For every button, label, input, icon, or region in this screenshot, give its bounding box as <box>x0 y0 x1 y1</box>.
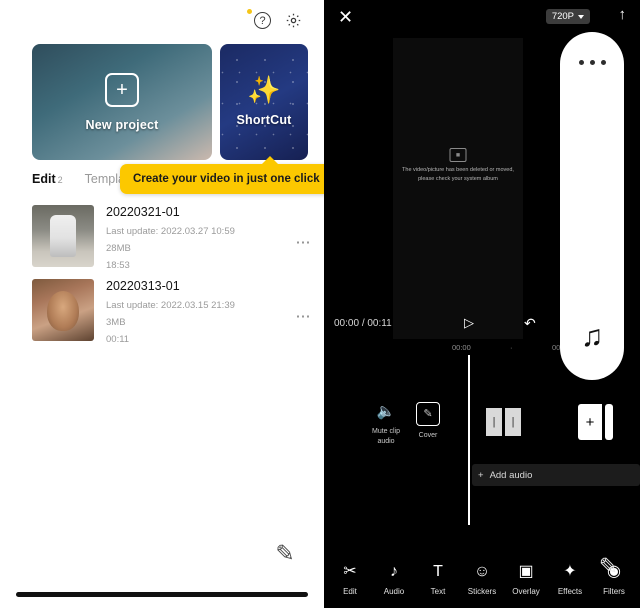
clip-track-end <box>605 404 613 440</box>
project-duration: 00:11 <box>106 334 130 345</box>
play-button[interactable]: ▷ <box>464 315 474 331</box>
nav-overlay[interactable]: ▣ Overlay <box>504 563 548 597</box>
magic-wand-icon: ✨ <box>247 75 281 105</box>
nav-stickers[interactable]: ☺ Stickers <box>460 563 504 597</box>
project-title: 20220321-01 <box>106 205 180 219</box>
list-item[interactable]: 20220313-01 Last update: 2022.03.15 21:3… <box>32 279 318 353</box>
nav-audio-label: Audio <box>383 587 405 596</box>
pill-dots-icon <box>560 60 624 65</box>
nav-edit[interactable]: ✂ Edit <box>328 563 372 597</box>
projects-panel: ? + New project ✨ ShortCut Edit 2 Templa… <box>0 0 324 608</box>
project-duration: 18:53 <box>106 260 130 271</box>
clip-track[interactable]: | | <box>486 408 521 436</box>
resolution-selector[interactable]: 720P <box>545 9 590 24</box>
tab-edit-label: Edit <box>32 172 56 186</box>
gear-icon[interactable] <box>285 12 302 29</box>
video-frame: ■ The video/picture has been deleted or … <box>393 38 523 339</box>
nav-edit-label: Edit <box>343 587 357 596</box>
cover-label: Cover <box>418 432 438 439</box>
plus-icon: + <box>105 72 139 107</box>
top-icon-bar: ? <box>254 12 302 29</box>
list-item[interactable]: 20220321-01 Last update: 2022.03.27 10:5… <box>32 205 318 279</box>
music-note-icon: ♪ <box>390 563 398 580</box>
sparkle-icon: ✦ <box>563 563 577 580</box>
current-time: 00:00 <box>334 317 360 329</box>
music-note-icon: ♫ <box>580 320 604 353</box>
time-separator: / <box>361 317 365 329</box>
chevron-down-icon <box>578 14 584 19</box>
new-project-card[interactable]: + New project <box>32 44 212 160</box>
project-size: 28MB <box>106 243 131 254</box>
scissors-icon: ✂ <box>343 563 357 580</box>
total-time: 00:11 <box>367 317 392 329</box>
resolution-label: 720P <box>551 11 574 22</box>
smiley-icon: ☺ <box>473 563 491 580</box>
add-audio-label: Add audio <box>489 470 533 481</box>
project-thumbnail <box>32 279 94 341</box>
home-indicator <box>16 592 308 597</box>
ruler-tick: 00:00 <box>452 343 471 352</box>
nav-audio[interactable]: ♪ Audio <box>372 563 416 597</box>
clip-segment[interactable]: | <box>505 408 521 436</box>
shortcut-label: ShortCut <box>236 113 292 127</box>
mute-icon: 🔈 <box>376 403 396 420</box>
nav-overlay-label: Overlay <box>512 587 540 596</box>
project-more-icon[interactable]: ⋯ <box>296 233 313 251</box>
cover-pencil-icon: ✎ <box>416 402 440 426</box>
editor-bottom-nav: ✂ Edit ♪ Audio T Text ☺ Stickers ▣ Overl… <box>324 563 640 597</box>
project-size: 3MB <box>106 317 126 328</box>
ruler-tick: · <box>510 343 513 352</box>
project-updated: Last update: 2022.03.15 21:39 <box>106 300 235 311</box>
tab-edit-count: 2 <box>57 175 63 185</box>
clip-segment[interactable]: | <box>486 408 502 436</box>
floating-audio-pill[interactable]: ♫ <box>560 32 624 380</box>
nav-text-label: Text <box>430 587 446 596</box>
time-display: 00:00 / 00:11 <box>334 318 392 329</box>
project-info: 20220313-01 Last update: 2022.03.15 21:3… <box>106 279 318 345</box>
mute-clip-audio-label: Mute clip audio <box>372 428 401 445</box>
plus-icon: + <box>478 470 484 481</box>
new-project-label: New project <box>85 117 159 132</box>
video-error-message: The video/picture has been deleted or mo… <box>402 167 514 182</box>
help-icon[interactable]: ? <box>254 12 271 29</box>
onboarding-tooltip[interactable]: Create your video in just one click <box>120 156 324 194</box>
close-icon[interactable]: ✕ <box>338 8 353 26</box>
undo-button[interactable]: ↶ <box>524 315 536 332</box>
nav-filters-label: Filters <box>603 587 625 596</box>
action-cards: + New project ✨ ShortCut <box>32 44 308 160</box>
project-list: 20220321-01 Last update: 2022.03.27 10:5… <box>32 205 318 353</box>
tab-edit[interactable]: Edit 2 <box>32 172 63 186</box>
nav-effects[interactable]: ✦ Effects <box>548 563 592 597</box>
nav-effects-label: Effects <box>557 587 583 596</box>
video-editor-panel: ✕ 720P ↑ ■ The video/picture has been de… <box>324 0 640 608</box>
mute-clip-audio-button[interactable]: 🔈 Mute clip audio <box>372 402 400 446</box>
nav-text[interactable]: T Text <box>416 563 460 597</box>
add-clip-button[interactable]: + <box>578 404 602 440</box>
project-updated: Last update: 2022.03.27 10:59 <box>106 226 235 237</box>
pencil-icon[interactable]: ✎ <box>599 553 618 580</box>
layers-icon: ▣ <box>518 563 534 580</box>
editor-topbar: ✕ 720P ↑ <box>324 0 640 34</box>
pencil-icon[interactable]: ✎ <box>268 536 302 570</box>
project-title: 20220313-01 <box>106 279 180 293</box>
project-more-icon[interactable]: ⋯ <box>296 307 313 325</box>
project-thumbnail <box>32 205 94 267</box>
app-screenshot: ? + New project ✨ ShortCut Edit 2 Templa… <box>0 0 640 608</box>
nav-stickers-label: Stickers <box>467 587 497 596</box>
export-icon[interactable]: ↑ <box>619 6 627 23</box>
broken-image-icon: ■ <box>449 148 467 162</box>
notification-dot <box>247 9 252 14</box>
add-audio-button[interactable]: + Add audio <box>478 470 532 481</box>
cover-button[interactable]: ✎ Cover <box>416 402 440 440</box>
shortcut-card[interactable]: ✨ ShortCut <box>220 44 308 160</box>
text-T-icon: T <box>433 563 443 580</box>
project-info: 20220321-01 Last update: 2022.03.27 10:5… <box>106 205 318 271</box>
